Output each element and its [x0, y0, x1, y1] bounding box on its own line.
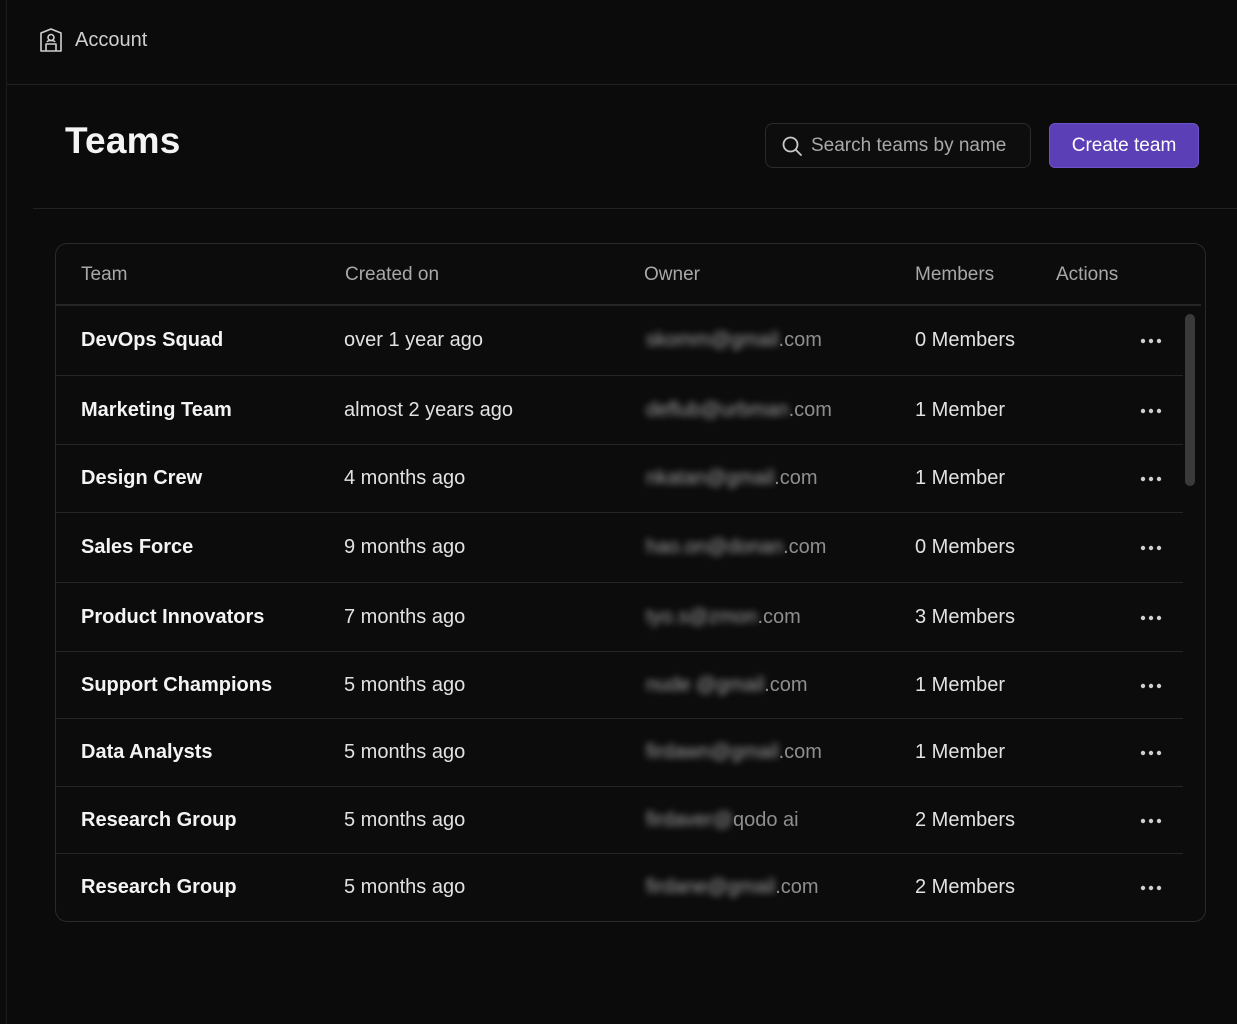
owner-email-redacted: hao.on@donan — [646, 536, 784, 558]
created-on: 5 months ago — [344, 876, 466, 898]
team-name: Product Innovators — [81, 606, 265, 628]
column-header-owner: Owner — [644, 264, 700, 285]
owner-email: hao.on@donan.com — [646, 536, 826, 559]
team-name: DevOps Squad — [81, 329, 224, 351]
owner-email-domain: .com — [764, 674, 808, 696]
more-horizontal-icon[interactable] — [1138, 328, 1164, 354]
table-row[interactable]: Product Innovators 7 months ago tyo.s@zmon… — [56, 583, 1183, 652]
owner-email-redacted: deflub@urbman — [646, 399, 789, 421]
team-name: Research Group — [81, 876, 237, 898]
page-header: Teams Create team — [33, 86, 1237, 209]
team-name: Sales Force — [81, 536, 194, 558]
member-count: 1 Member — [915, 674, 1006, 696]
account-building-icon[interactable] — [39, 27, 63, 53]
column-header-actions: Actions — [1056, 264, 1119, 285]
more-horizontal-icon[interactable] — [1138, 605, 1164, 631]
created-on: 4 months ago — [344, 467, 466, 489]
search-box[interactable] — [765, 123, 1031, 168]
table-row[interactable]: Research Group 5 months ago firdaver@qodo … — [56, 787, 1183, 854]
owner-email-domain: .com — [778, 741, 822, 763]
page-title: Teams — [65, 120, 181, 161]
member-count: 1 Member — [915, 741, 1006, 763]
owner-email: firdawn@gmail.com — [646, 741, 822, 764]
table-scrollbar[interactable] — [1185, 314, 1195, 486]
owner-email: skomm@gmail.com — [646, 329, 822, 352]
more-horizontal-icon[interactable] — [1138, 673, 1164, 699]
table-row[interactable]: Support Champions 5 months ago nude @gmail… — [56, 652, 1183, 719]
column-header-team: Team — [81, 264, 128, 285]
owner-email-redacted: skomm@gmail — [646, 329, 779, 351]
table-body: DevOps Squad over 1 year ago skomm@gmail.c… — [56, 306, 1183, 921]
owner-email-domain: qodo ai — [733, 809, 799, 831]
owner-email: nkatan@gmail.com — [646, 467, 818, 490]
member-count: 1 Member — [915, 467, 1006, 489]
team-name: Research Group — [81, 809, 237, 831]
created-on: 9 months ago — [344, 536, 466, 558]
owner-email: deflub@urbman.com — [646, 399, 832, 422]
owner-email-redacted: nude @gmail — [646, 674, 765, 696]
member-count: 0 Members — [915, 536, 1016, 558]
created-on: 5 months ago — [344, 809, 466, 831]
team-name: Marketing Team — [81, 399, 232, 421]
created-on: 7 months ago — [344, 606, 466, 628]
more-horizontal-icon[interactable] — [1138, 740, 1164, 766]
owner-email: nude @gmail.com — [646, 674, 808, 697]
member-count: 2 Members — [915, 809, 1016, 831]
owner-email: firdane@gmail.com — [646, 876, 819, 899]
member-count: 0 Members — [915, 329, 1016, 351]
owner-email: firdaver@qodo ai — [646, 809, 799, 832]
owner-email-domain: .com — [788, 399, 832, 421]
member-count: 1 Member — [915, 399, 1006, 421]
owner-email-domain: .com — [757, 606, 801, 628]
owner-email-domain: .com — [778, 329, 822, 351]
team-name: Data Analysts — [81, 741, 213, 763]
owner-email-redacted: firdawn@gmail — [646, 741, 779, 763]
create-team-button[interactable]: Create team — [1049, 123, 1199, 168]
top-bar: Account — [7, 0, 1237, 85]
column-header-members: Members — [915, 264, 995, 285]
owner-email-domain: .com — [783, 536, 827, 558]
search-input[interactable] — [811, 124, 1026, 167]
owner-email: tyo.s@zmon.com — [646, 606, 801, 629]
table-row[interactable]: Design Crew 4 months ago nkatan@gmail.com 1… — [56, 445, 1183, 513]
teams-table: Team Created on Owner Members Actions De… — [55, 243, 1206, 922]
table-row[interactable]: Sales Force 9 months ago hao.on@donan.com 0… — [56, 513, 1183, 583]
owner-email-redacted: tyo.s@zmon — [646, 606, 758, 628]
app-root: Account Teams Create team Team Created o… — [6, 0, 1237, 1024]
created-on: almost 2 years ago — [344, 399, 513, 421]
table-row[interactable]: Data Analysts 5 months ago firdawn@gmail.c… — [56, 719, 1183, 787]
owner-email-redacted: nkatan@gmail — [646, 467, 775, 489]
owner-email-redacted: firdane@gmail — [646, 876, 776, 898]
owner-email-redacted: firdaver@ — [646, 809, 733, 831]
column-header-created: Created on — [345, 264, 440, 285]
member-count: 2 Members — [915, 876, 1016, 898]
created-on: over 1 year ago — [344, 329, 483, 351]
created-on: 5 months ago — [344, 741, 466, 763]
more-horizontal-icon[interactable] — [1138, 466, 1164, 492]
more-horizontal-icon[interactable] — [1138, 535, 1164, 561]
table-row[interactable]: Research Group 5 months ago firdane@gmail.… — [56, 854, 1183, 921]
member-count: 3 Members — [915, 606, 1016, 628]
team-name: Support Champions — [81, 674, 273, 696]
table-header: Team Created on Owner Members Actions — [56, 244, 1201, 306]
team-name: Design Crew — [81, 467, 203, 489]
account-label[interactable]: Account — [75, 29, 147, 52]
created-on: 5 months ago — [344, 674, 466, 696]
table-row[interactable]: Marketing Team almost 2 years ago deflub@u… — [56, 376, 1183, 445]
more-horizontal-icon[interactable] — [1138, 808, 1164, 834]
owner-email-domain: .com — [774, 467, 818, 489]
more-horizontal-icon[interactable] — [1138, 398, 1164, 424]
owner-email-domain: .com — [775, 876, 819, 898]
table-row[interactable]: DevOps Squad over 1 year ago skomm@gmail.c… — [56, 306, 1183, 376]
search-icon — [781, 135, 803, 157]
more-horizontal-icon[interactable] — [1138, 875, 1164, 901]
